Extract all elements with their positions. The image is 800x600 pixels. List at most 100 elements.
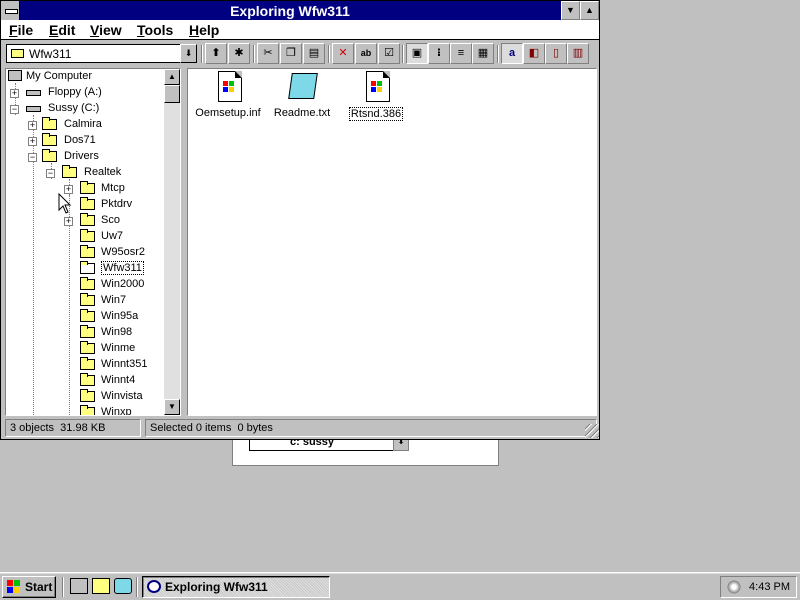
hard-drive-icon xyxy=(26,101,42,117)
tree-vertical-scrollbar[interactable]: ▲ ▼ xyxy=(164,69,180,415)
folder-icon xyxy=(80,405,95,415)
window-title: Exploring Wfw311 xyxy=(230,3,350,19)
minimize-button[interactable]: ▼ xyxy=(561,1,580,20)
status-object-count: 3 objects xyxy=(10,422,55,434)
sort-by-name-button[interactable]: a xyxy=(501,43,523,64)
folder-icon xyxy=(80,357,95,370)
tree-item-label: Drivers xyxy=(64,150,99,162)
system-file-icon xyxy=(362,71,390,103)
expand-icon[interactable]: + xyxy=(10,89,19,98)
mouse-cursor-icon xyxy=(58,193,72,214)
tree-item-label: Winnt351 xyxy=(101,358,148,370)
chevron-down-icon[interactable]: ⬇ xyxy=(180,44,197,63)
delete-button[interactable]: ✕ xyxy=(332,43,354,64)
copy-button[interactable]: ❐ xyxy=(280,43,302,64)
system-menu-icon[interactable] xyxy=(1,1,20,20)
volume-icon[interactable] xyxy=(726,580,742,594)
file-list[interactable]: Oemsetup.inf Readme.txt Rtsnd.386 xyxy=(187,68,597,416)
resize-grip[interactable] xyxy=(585,424,599,438)
small-icons-button[interactable]: ⁝ xyxy=(428,43,450,64)
sort-by-size-button[interactable]: ▯ xyxy=(545,43,567,64)
menu-file[interactable]: File xyxy=(9,22,33,38)
menu-tools[interactable]: Tools xyxy=(137,22,173,38)
sort-by-date-button[interactable]: ▥ xyxy=(567,43,589,64)
taskbar-separator xyxy=(136,577,138,597)
details-icon: ▦ xyxy=(477,47,489,59)
tree-item-label: W95osr2 xyxy=(101,246,146,258)
status-selection: Selected 0 items 0 bytes xyxy=(145,419,597,437)
scroll-up-button[interactable]: ▲ xyxy=(164,69,180,85)
map-network-drive-button[interactable]: ✱ xyxy=(228,43,250,64)
folder-icon xyxy=(80,277,95,290)
rename-button[interactable]: ab xyxy=(355,43,377,64)
collapse-icon[interactable]: − xyxy=(10,105,19,114)
quicklaunch-explorer-icon[interactable] xyxy=(92,578,110,594)
tree-item-label: Win98 xyxy=(101,326,133,338)
sort-type-icon: ◧ xyxy=(528,47,540,59)
cut-button[interactable]: ✂ xyxy=(257,43,279,64)
menu-edit[interactable]: Edit xyxy=(49,22,75,38)
address-combo[interactable]: Wfw311 ⬇ xyxy=(6,44,197,63)
sort-date-icon: ▥ xyxy=(572,47,584,59)
folder-icon xyxy=(80,229,95,242)
details-view-button[interactable]: ▦ xyxy=(472,43,494,64)
folder-icon xyxy=(80,389,95,402)
menu-view[interactable]: View xyxy=(90,22,122,38)
file-item[interactable]: Oemsetup.inf xyxy=(188,71,268,125)
folder-tree[interactable]: My Computer + Floppy (A:) − Sussy (C:) +… xyxy=(5,68,181,416)
quicklaunch-browser-icon[interactable] xyxy=(114,578,132,594)
tree-item-label: Win7 xyxy=(101,294,127,306)
open-folder-icon xyxy=(80,261,95,274)
up-one-level-button[interactable]: ⬆ xyxy=(205,43,227,64)
explorer-window: Exploring Wfw311 ▼ ▲ File Edit View Tool… xyxy=(0,0,600,440)
title-bar[interactable]: Exploring Wfw311 ▼ ▲ xyxy=(1,1,599,20)
folder-icon xyxy=(42,117,57,130)
scroll-thumb[interactable] xyxy=(164,85,180,103)
task-button-exploring-wfw311[interactable]: Exploring Wfw311 xyxy=(142,576,330,598)
tree-item-label: Mtcp xyxy=(101,182,125,194)
start-button[interactable]: Start xyxy=(2,576,56,598)
expand-icon[interactable]: + xyxy=(28,137,37,146)
floppy-drive-icon xyxy=(26,85,42,101)
notepad-icon xyxy=(288,71,318,103)
properties-button[interactable]: ☑ xyxy=(378,43,400,64)
tree-item-label: My Computer xyxy=(26,70,93,82)
collapse-icon[interactable]: − xyxy=(28,153,37,162)
expand-icon[interactable]: + xyxy=(28,121,37,130)
maximize-button[interactable]: ▲ xyxy=(580,1,599,20)
tree-item-label: Win95a xyxy=(101,310,139,322)
file-item[interactable]: Readme.txt xyxy=(262,71,342,125)
status-bar: 3 objects 31.98 KB Selected 0 items 0 by… xyxy=(3,419,599,438)
collapse-icon[interactable]: − xyxy=(46,169,55,178)
tree-item-label: Winxp xyxy=(101,406,132,416)
menu-help[interactable]: Help xyxy=(189,22,219,38)
quicklaunch-computer-icon[interactable] xyxy=(70,578,88,594)
x-icon: ✕ xyxy=(338,47,348,59)
folder-icon xyxy=(80,197,95,210)
taskbar: Start Exploring Wfw311 4:43 PM xyxy=(0,572,800,600)
status-objects: 3 objects 31.98 KB xyxy=(5,419,141,437)
sort-by-type-button[interactable]: ◧ xyxy=(523,43,545,64)
folder-up-icon: ⬆ xyxy=(211,47,221,59)
list-view-button[interactable]: ≡ xyxy=(450,43,472,64)
setup-file-icon xyxy=(214,71,242,103)
file-name: Readme.txt xyxy=(273,107,331,119)
expand-icon[interactable]: + xyxy=(64,217,73,226)
tree-connector xyxy=(69,195,70,415)
toolbar-separator xyxy=(253,45,255,63)
folder-icon xyxy=(80,341,95,354)
clock[interactable]: 4:43 PM xyxy=(749,581,790,593)
file-item[interactable]: Rtsnd.386 xyxy=(336,71,416,125)
rename-icon: ab xyxy=(360,48,372,58)
tree-item-label: Calmira xyxy=(64,118,102,130)
toolbar-separator xyxy=(201,45,203,63)
list-icon: ≡ xyxy=(457,47,465,59)
tree-item-label: Floppy (A:) xyxy=(48,86,102,98)
scroll-down-button[interactable]: ▼ xyxy=(164,399,180,415)
sort-name-icon: a xyxy=(508,47,516,59)
paste-button[interactable]: ▤ xyxy=(303,43,325,64)
folder-icon xyxy=(80,309,95,322)
folder-icon xyxy=(11,49,24,58)
tree-item-label: Uw7 xyxy=(101,230,124,242)
large-icons-button[interactable]: ▣ xyxy=(406,43,428,64)
